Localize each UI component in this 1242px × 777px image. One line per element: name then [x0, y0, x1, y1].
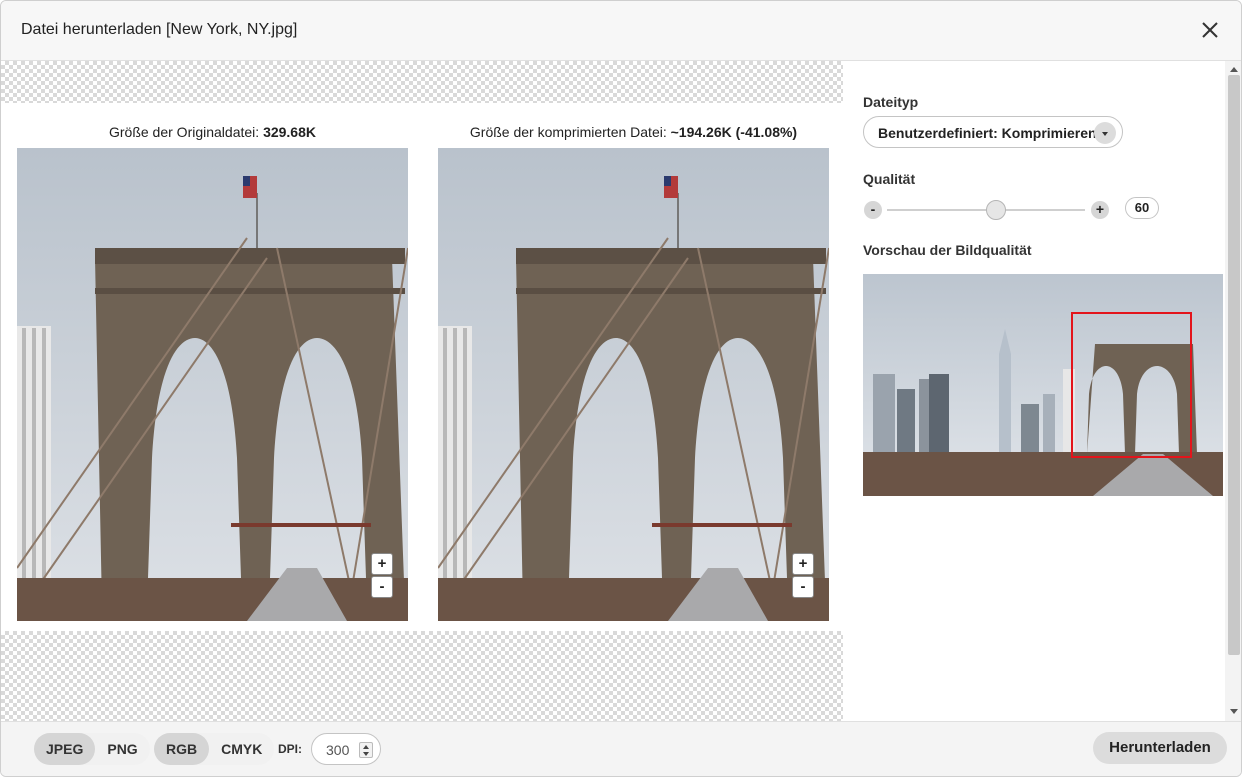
- compressed-image[interactable]: + -: [438, 148, 829, 621]
- format-png-option[interactable]: PNG: [95, 733, 149, 765]
- zoom-in-button-compressed[interactable]: +: [792, 553, 814, 575]
- quality-slider-thumb[interactable]: [985, 200, 1006, 220]
- quality-value[interactable]: 60: [1125, 197, 1159, 219]
- filetype-label: Dateityp: [863, 94, 919, 110]
- original-image[interactable]: + -: [17, 148, 408, 621]
- scroll-up-icon[interactable]: [1230, 67, 1238, 72]
- scrollbar[interactable]: [1225, 61, 1241, 721]
- quality-decrease-button[interactable]: -: [864, 201, 882, 219]
- scroll-down-icon[interactable]: [1230, 709, 1238, 714]
- close-icon[interactable]: [1197, 17, 1223, 43]
- quality-label: Qualität: [863, 171, 916, 187]
- dialog-title: Datei herunterladen [New York, NY.jpg]: [21, 21, 298, 38]
- quality-increase-button[interactable]: +: [1091, 201, 1109, 219]
- dialog-header: Datei herunterladen [New York, NY.jpg]: [1, 1, 1241, 61]
- settings-panel: Dateityp Benutzerdefiniert: Komprimieren…: [843, 61, 1241, 721]
- zoom-out-button[interactable]: -: [371, 576, 393, 598]
- original-size-label: Größe der Originaldatei: 329.68K: [17, 124, 408, 140]
- original-size-prefix: Größe der Originaldatei:: [108, 124, 264, 140]
- dialog-footer: JPEG PNG RGB CMYK DPI: 300 Herunterladen: [1, 721, 1241, 776]
- transparency-pattern-bottom: [1, 631, 843, 721]
- download-button[interactable]: Herunterladen: [1093, 732, 1227, 764]
- preview-image[interactable]: [863, 274, 1223, 496]
- zoom-in-button[interactable]: +: [371, 553, 393, 575]
- download-dialog: Datei herunterladen [New York, NY.jpg] G…: [0, 0, 1242, 777]
- color-mode-toggle: RGB CMYK: [154, 733, 275, 765]
- dpi-value[interactable]: 300: [326, 742, 349, 758]
- transparency-pattern-top: [1, 61, 843, 103]
- color-rgb-option[interactable]: RGB: [154, 733, 210, 765]
- format-toggle: JPEG PNG: [34, 733, 150, 765]
- filetype-select[interactable]: Benutzerdefiniert: Komprimieren: [863, 116, 1123, 148]
- format-jpeg-option[interactable]: JPEG: [34, 733, 96, 765]
- color-cmyk-option[interactable]: CMYK: [209, 733, 274, 765]
- chevron-down-icon: [1094, 122, 1116, 144]
- compressed-size-label: Größe der komprimierten Datei: ~194.26K …: [438, 124, 829, 140]
- dpi-input[interactable]: 300: [311, 733, 381, 765]
- dpi-stepper-icon[interactable]: [359, 742, 373, 758]
- scrollbar-thumb[interactable]: [1228, 75, 1240, 655]
- preview-label: Vorschau der Bildqualität: [863, 242, 1032, 258]
- zoom-out-button-compressed[interactable]: -: [792, 576, 814, 598]
- original-size-value: 329.68K: [263, 124, 316, 140]
- preview-selection-frame[interactable]: [1071, 312, 1192, 458]
- compressed-size-prefix: Größe der komprimierten Datei:: [469, 124, 671, 140]
- compressed-size-value: ~194.26K (-41.08%): [670, 124, 798, 140]
- filetype-value: Benutzerdefiniert: Komprimieren: [878, 125, 1097, 141]
- dpi-label: DPI:: [278, 742, 302, 756]
